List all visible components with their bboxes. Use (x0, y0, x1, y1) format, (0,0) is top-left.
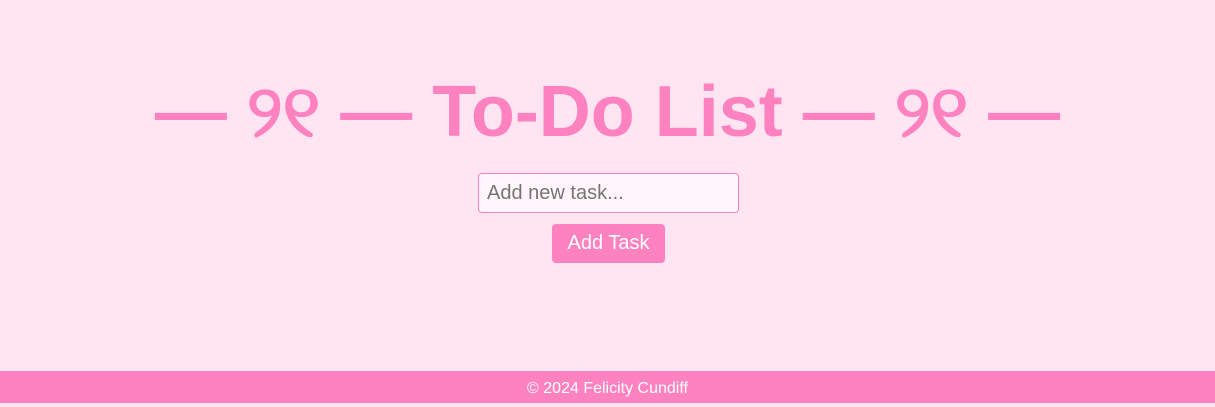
new-task-input[interactable] (478, 173, 739, 213)
footer-copyright: © 2024 Felicity Cundiff (527, 380, 688, 397)
add-task-button[interactable]: Add Task (552, 224, 665, 263)
footer: © 2024 Felicity Cundiff (0, 371, 1215, 403)
page-title: — ୨୧ — To-Do List — ୨୧ — (154, 72, 1061, 152)
